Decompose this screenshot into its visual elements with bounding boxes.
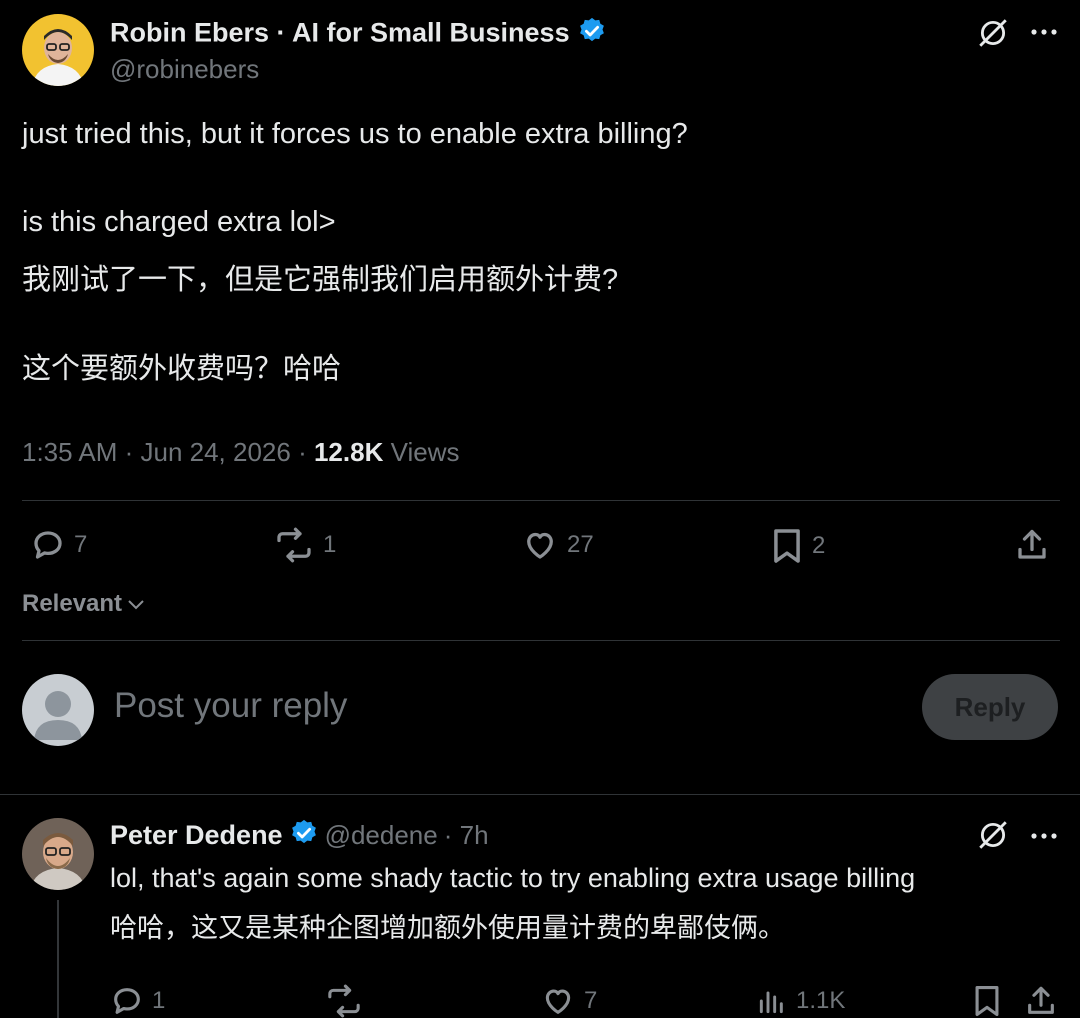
verified-badge-icon [289, 818, 319, 853]
views-count: 12.8K [313, 437, 384, 467]
reply-reply-button[interactable]: 1 [110, 984, 165, 1018]
analytics-icon [759, 991, 783, 1014]
sort-dropdown[interactable]: Relevant [22, 590, 146, 618]
post-metadata: 1:35 AM · Jun 24, 2026 · 12.8K Views [22, 437, 459, 468]
reply-like-button[interactable]: 7 [540, 984, 597, 1018]
grok-icon[interactable] [976, 818, 1010, 857]
reply-icon [34, 531, 62, 559]
reply-author-name[interactable]: Peter Dedene [110, 820, 283, 851]
reply-button[interactable]: Reply [922, 674, 1058, 740]
like-action-button[interactable]: 27 [521, 527, 594, 563]
repost-count: 1 [323, 531, 337, 558]
post-text-line-2: is this charged extra lol> [22, 206, 336, 238]
reply-action-button[interactable]: 7 [30, 527, 87, 563]
bookmark-icon [975, 985, 999, 1017]
reply-author-handle[interactable]: @dedene [325, 820, 438, 851]
reply-like-count: 7 [584, 987, 598, 1014]
post-timestamp[interactable]: 1:35 AM · Jun 24, 2026 · [22, 437, 314, 467]
reply-views-button[interactable]: 1.1K [756, 984, 845, 1018]
current-user-avatar [22, 674, 94, 746]
sort-label: Relevant [22, 590, 123, 617]
share-icon [1028, 986, 1054, 1014]
post-text-line-4: 这个要额外收费吗？哈哈 [22, 353, 342, 385]
divider [22, 640, 1060, 641]
more-options-icon[interactable] [1030, 20, 1058, 49]
share-action-button[interactable] [1014, 527, 1050, 563]
reply-author-avatar[interactable] [22, 818, 94, 890]
thread-connector-line [57, 900, 59, 1018]
author-name[interactable]: Robin Ebers · AI for Small Business [110, 16, 607, 53]
reply-repost-button[interactable] [324, 984, 364, 1018]
divider [22, 500, 1060, 501]
grok-icon[interactable] [976, 16, 1010, 55]
bookmark-action-button[interactable]: 2 [770, 527, 825, 565]
reply-input[interactable]: Post your reply [114, 686, 347, 726]
reply-text-line-2: 哈哈，这又是某种企图增加额外使用量计费的卑鄙伎俩。 [110, 913, 785, 943]
heart-icon [527, 532, 553, 559]
reply-icon [114, 988, 140, 1014]
reply-share-button[interactable] [1024, 984, 1058, 1018]
reply-reply-count: 1 [152, 987, 166, 1014]
post-text-line-1: just tried this, but it forces us to ena… [22, 118, 688, 150]
heart-icon [545, 989, 571, 1014]
reply-header: Peter Dedene @dedene · 7h [110, 818, 489, 853]
chevron-down-icon [128, 600, 144, 610]
like-count: 27 [567, 531, 594, 558]
repost-icon [277, 527, 311, 563]
author-handle[interactable]: @robinebers [110, 54, 259, 85]
reply-views-count: 1.1K [796, 987, 846, 1014]
reply-count: 7 [74, 531, 88, 558]
verified-badge-icon [577, 16, 607, 53]
more-options-icon[interactable] [1030, 824, 1058, 853]
author-avatar[interactable] [22, 14, 94, 86]
divider [0, 794, 1080, 795]
post-text-line-3: 我刚试了一下，但是它强制我们启用额外计费? [22, 264, 619, 296]
repost-icon [328, 984, 360, 1018]
bookmark-icon [774, 529, 800, 563]
reply-text-line-1: lol, that's again some shady tactic to t… [110, 863, 916, 893]
reply-time[interactable]: · 7h [444, 820, 489, 851]
views-label: Views [383, 437, 460, 467]
bookmark-count: 2 [812, 532, 826, 559]
share-icon [1018, 529, 1046, 559]
repost-action-button[interactable]: 1 [273, 527, 336, 563]
reply-bookmark-button[interactable] [972, 984, 1002, 1018]
